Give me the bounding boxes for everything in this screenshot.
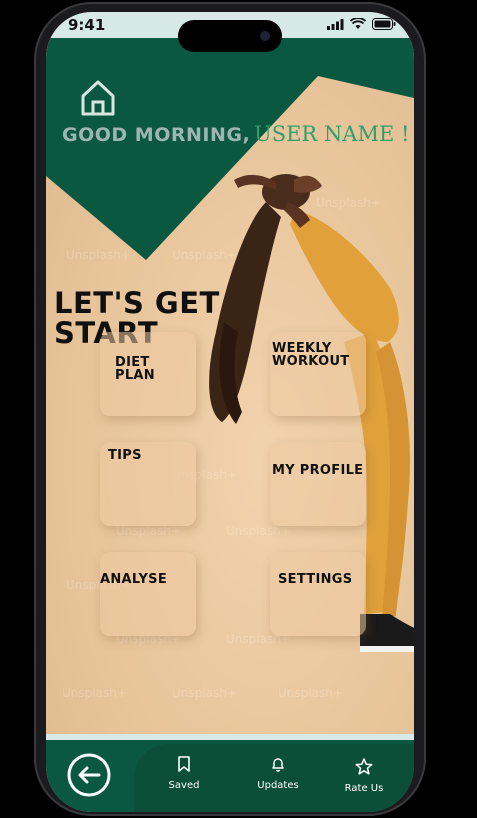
- app-screen: Unsplash+ Unsplash+ Unsplash+ Unsplash+ …: [46, 12, 414, 812]
- user-name-text: USER NAME !: [254, 122, 410, 146]
- star-icon: [355, 758, 373, 775]
- wifi-icon: [350, 18, 366, 29]
- watermark: Unsplash+: [278, 686, 343, 700]
- status-time: 9:41: [68, 16, 106, 34]
- nav-rate-us-label: Rate Us: [344, 783, 384, 794]
- bookmark-icon: [178, 756, 190, 772]
- battery-icon: [372, 18, 396, 30]
- bell-icon: [272, 758, 284, 772]
- nav-updates-label: Updates: [257, 780, 299, 791]
- watermark: Unsplash+: [62, 686, 127, 700]
- nav-saved-label: Saved: [168, 780, 200, 791]
- my-profile-label: MY PROFILE: [272, 463, 364, 478]
- watermark: Unsplash+: [172, 686, 237, 700]
- analyse-label: ANALYSE: [100, 572, 168, 587]
- diet-plan-label: DIET PLAN: [115, 355, 155, 383]
- weekly-workout-label: WEEKLY WORKOUT: [272, 341, 350, 369]
- nav-saved[interactable]: Saved: [156, 756, 212, 791]
- my-profile-card[interactable]: [270, 442, 366, 526]
- status-bar: 9:41: [46, 12, 414, 52]
- nav-rate-us[interactable]: Rate Us: [336, 758, 392, 794]
- watermark: Unsplash+: [116, 524, 181, 538]
- settings-label: SETTINGS: [278, 572, 353, 587]
- greeting-text: GOOD MORNING,: [62, 124, 251, 146]
- nav-updates[interactable]: Updates: [250, 756, 306, 791]
- analyse-card[interactable]: [100, 552, 196, 636]
- tips-label: TIPS: [108, 448, 142, 463]
- logout-icon[interactable]: [66, 752, 112, 798]
- dynamic-island: [178, 20, 282, 52]
- settings-card[interactable]: [270, 552, 366, 636]
- signal-icon: [327, 18, 344, 30]
- home-icon[interactable]: [80, 78, 116, 118]
